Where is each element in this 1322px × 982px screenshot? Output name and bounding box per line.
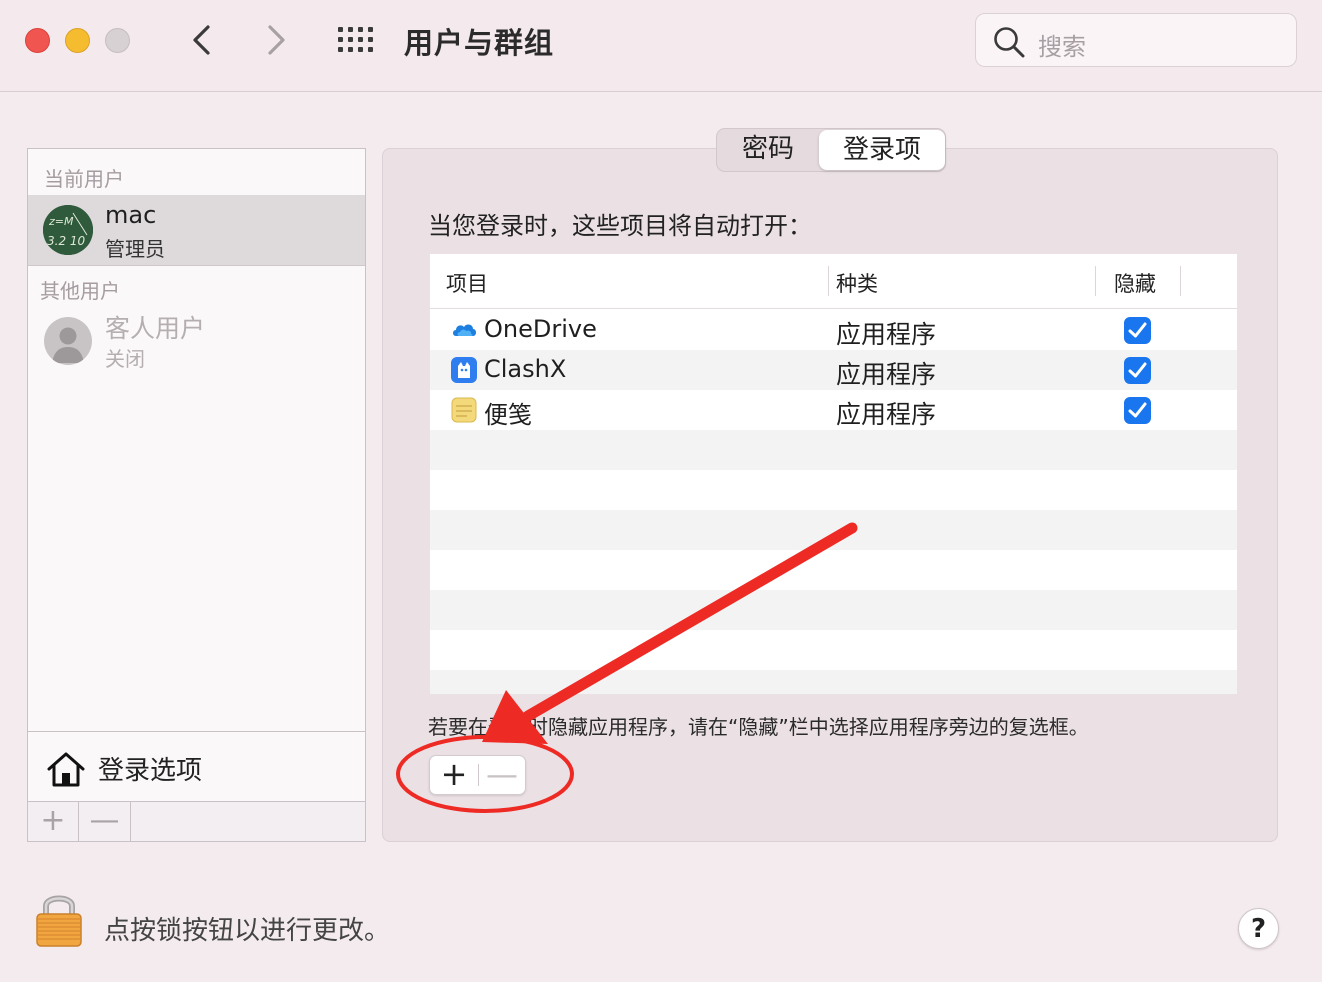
empty-row	[430, 590, 1237, 630]
user-item-guest[interactable]: 客人用户 关闭	[28, 309, 365, 371]
person-silhouette-icon	[52, 327, 84, 363]
hide-checkbox[interactable]	[1124, 357, 1151, 384]
empty-row	[430, 430, 1237, 470]
minimize-window-button[interactable]	[65, 28, 90, 53]
table-row[interactable]: 便笺 应用程序	[430, 390, 1237, 430]
column-header-item[interactable]: 项目	[446, 268, 488, 298]
forward-button[interactable]	[258, 22, 294, 58]
house-icon	[47, 752, 85, 787]
remove-login-item-button[interactable]: —	[479, 756, 525, 794]
checkmark-icon	[1128, 322, 1147, 338]
search-placeholder: 搜索	[1038, 33, 1086, 61]
onedrive-icon	[453, 324, 476, 336]
login-options-item[interactable]: 登录选项	[28, 731, 365, 801]
column-divider	[1180, 266, 1181, 296]
item-kind: 应用程序	[836, 320, 937, 349]
hide-checkbox[interactable]	[1124, 397, 1151, 424]
user-role: 管理员	[105, 237, 165, 261]
back-button[interactable]	[184, 22, 220, 58]
hide-checkbox[interactable]	[1124, 317, 1151, 344]
tab-password[interactable]: 密码	[717, 129, 819, 171]
guest-status: 关闭	[105, 347, 145, 371]
item-name: ClashX	[484, 355, 567, 383]
column-divider	[1095, 266, 1096, 296]
login-items-intro: 当您登录时，这些项目将自动打开：	[428, 212, 812, 240]
column-header-hide[interactable]: 隐藏	[1114, 268, 1156, 298]
guest-name: 客人用户	[105, 314, 206, 343]
other-users-header: 其他用户	[40, 279, 120, 303]
checkmark-icon	[1128, 362, 1147, 378]
table-row[interactable]: OneDrive 应用程序	[430, 310, 1237, 350]
add-user-button[interactable]: +	[28, 802, 79, 841]
tab-segmented-control: 密码 登录项	[716, 128, 946, 172]
table-row[interactable]: ClashX 应用程序	[430, 350, 1237, 390]
hide-hint-text: 若要在登录时隐藏应用程序，请在“隐藏”栏中选择应用程序旁边的复选框。	[428, 715, 1089, 739]
empty-row	[430, 550, 1237, 590]
login-options-label: 登录选项	[98, 756, 203, 786]
guest-avatar	[44, 317, 92, 365]
user-item-mac[interactable]: z=M 3.2 10 mac 管理员	[28, 195, 365, 265]
table-header: 项目 种类 隐藏	[430, 254, 1237, 309]
remove-user-button[interactable]: —	[79, 802, 131, 841]
users-list-panel: 当前用户 z=M 3.2 10 mac 管理员 其他用户 客人用户 关闭 登录选…	[27, 148, 366, 842]
lock-instruction: 点按锁按钮以进行更改。	[104, 916, 391, 946]
item-name: 便笺	[484, 401, 532, 429]
item-name: OneDrive	[484, 315, 597, 343]
item-kind: 应用程序	[836, 400, 937, 429]
login-items-add-remove: + —	[429, 755, 526, 795]
grid-icon	[338, 27, 373, 52]
close-window-button[interactable]	[25, 28, 50, 53]
chalkboard-avatar-icon: z=M 3.2 10	[43, 205, 93, 255]
column-divider	[828, 266, 829, 296]
search-icon	[994, 27, 1025, 58]
empty-row	[430, 630, 1237, 670]
users-add-remove-bar: + —	[28, 801, 365, 841]
show-all-button[interactable]	[336, 24, 376, 56]
current-users-header: 当前用户	[44, 167, 124, 191]
user-name: mac	[105, 201, 157, 229]
tab-login-items[interactable]: 登录项	[819, 130, 945, 170]
lock-icon[interactable]	[34, 890, 84, 948]
zoom-window-button[interactable]	[105, 28, 130, 53]
chevron-right-icon	[268, 25, 285, 55]
empty-row	[430, 670, 1237, 694]
column-header-kind[interactable]: 种类	[836, 268, 878, 298]
login-items-table: 项目 种类 隐藏 OneDrive 应用程序 ClashX 应用程序 便笺 应用…	[430, 254, 1237, 694]
empty-row	[430, 470, 1237, 510]
chevron-left-icon	[193, 25, 210, 55]
svg-text:z=M: z=M	[48, 215, 74, 228]
search-field[interactable]: 搜索	[975, 13, 1297, 67]
item-kind: 应用程序	[836, 360, 937, 389]
stickies-icon	[451, 397, 477, 423]
checkmark-icon	[1128, 402, 1147, 418]
user-avatar: z=M 3.2 10	[43, 205, 93, 255]
svg-text:3.2 10: 3.2 10	[47, 234, 86, 248]
toolbar: 用户与群组 搜索	[0, 0, 1322, 92]
divider	[28, 265, 365, 266]
empty-row	[430, 510, 1237, 550]
add-login-item-button[interactable]: +	[430, 756, 478, 794]
clashx-icon	[451, 357, 477, 383]
window-title: 用户与群组	[404, 26, 555, 60]
help-button[interactable]: ?	[1238, 908, 1279, 949]
